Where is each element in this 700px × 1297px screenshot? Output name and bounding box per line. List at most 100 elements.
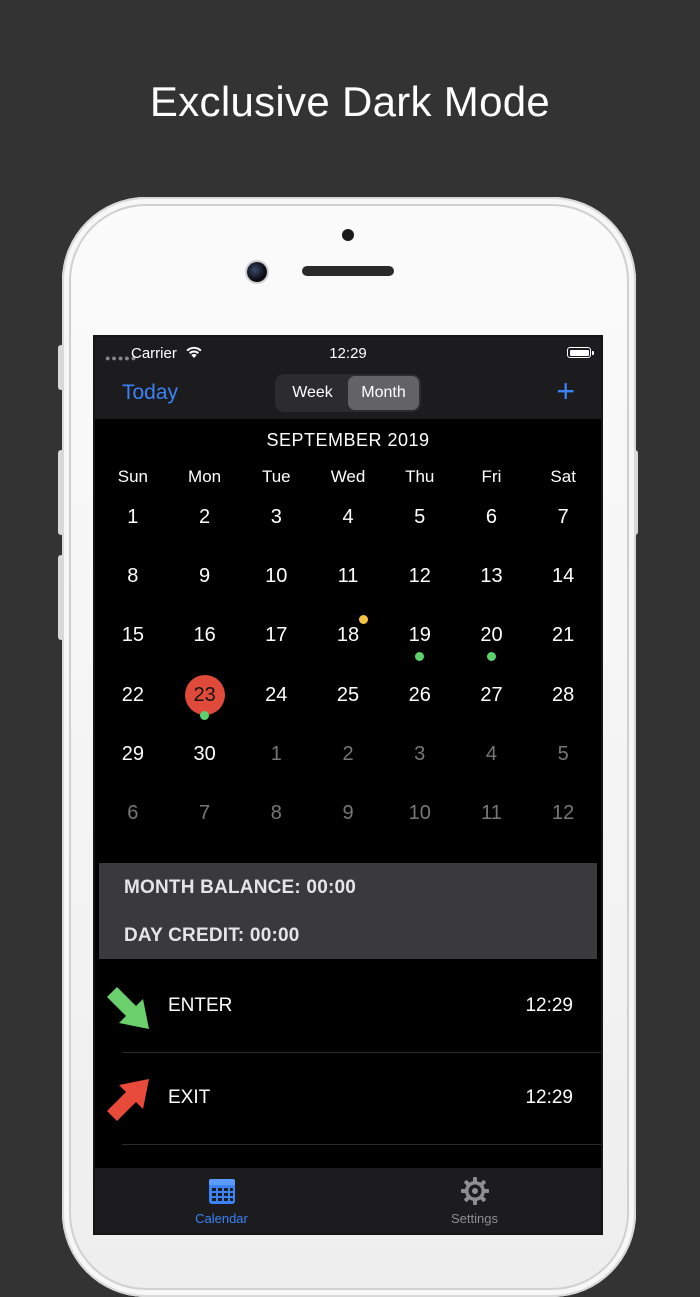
enter-label: ENTER — [168, 995, 233, 1016]
calendar-day[interactable]: 2 — [169, 488, 241, 547]
calendar-day[interactable]: 16 — [169, 606, 241, 665]
month-balance: MONTH BALANCE: 00:00 — [124, 877, 357, 898]
calendar-day-outside-month[interactable]: 12 — [527, 784, 599, 843]
add-button[interactable]: + — [556, 375, 575, 407]
day-number: 10 — [408, 802, 431, 825]
calendar-day[interactable]: 12 — [384, 547, 456, 606]
exit-row[interactable]: EXIT 12:29 — [95, 1053, 601, 1145]
calendar-day[interactable]: 9 — [169, 547, 241, 606]
weekday-label: Sun — [117, 467, 148, 486]
day-number: 27 — [480, 683, 503, 706]
day-number: 10 — [265, 565, 288, 588]
weekday-header: Sun Mon Tue Wed Thu Fri Sat — [97, 467, 599, 487]
day-number: 5 — [414, 506, 426, 529]
calendar-day[interactable]: 1 — [97, 488, 169, 547]
calendar-day[interactable]: 5 — [384, 488, 456, 547]
calendar-day-outside-month[interactable]: 11 — [456, 784, 528, 843]
calendar-day[interactable]: 27 — [456, 666, 528, 725]
calendar-day[interactable]: 18 — [312, 606, 384, 665]
day-number: 11 — [337, 565, 359, 588]
day-number: 19 — [408, 624, 431, 647]
day-number: 4 — [485, 742, 498, 765]
day-number: 6 — [127, 802, 139, 825]
calendar-day[interactable]: 14 — [527, 547, 599, 606]
calendar-day[interactable]: 21 — [527, 606, 599, 665]
calendar-day[interactable]: 13 — [456, 547, 528, 606]
calendar-week-row: 22 23 24 25 26 27 28 — [97, 666, 599, 725]
day-number: 28 — [552, 683, 575, 706]
calendar-day[interactable]: 20 — [456, 606, 528, 665]
calendar-day[interactable]: 22 — [97, 666, 169, 725]
tab-calendar[interactable]: Calendar — [95, 1168, 348, 1233]
tab-settings-label: Settings — [451, 1211, 498, 1226]
day-number: 15 — [121, 624, 144, 647]
calendar-day[interactable]: 19 — [384, 606, 456, 665]
calendar-day[interactable]: 15 — [97, 606, 169, 665]
day-number: 12 — [552, 802, 575, 825]
day-credit: DAY CREDIT: 00:00 — [124, 925, 300, 946]
calendar-day-outside-month[interactable]: 1 — [240, 725, 312, 784]
calendar-day[interactable]: 29 — [97, 725, 169, 784]
row-divider — [122, 1144, 601, 1145]
calendar-day[interactable]: 7 — [527, 488, 599, 547]
day-number: 8 — [270, 802, 282, 825]
weekday-label: Wed — [330, 467, 366, 486]
calendar-day[interactable]: 25 — [312, 666, 384, 725]
calendar-day-outside-month[interactable]: 2 — [312, 725, 384, 784]
calendar-day[interactable]: 10 — [240, 547, 312, 606]
weekday-label: Fri — [481, 467, 502, 486]
app-screen: ●●●●● Carrier 12:29 Today Week Month + S… — [93, 335, 603, 1235]
day-number: 25 — [336, 683, 360, 706]
segment-week[interactable]: Week — [277, 376, 348, 410]
calendar-day[interactable]: 4 — [312, 488, 384, 547]
day-number: 4 — [342, 506, 354, 529]
calendar-day[interactable]: 17 — [240, 606, 312, 665]
calendar-day[interactable]: 3 — [240, 488, 312, 547]
exit-label: EXIT — [168, 1087, 211, 1108]
tab-bar: Calendar Settings — [95, 1168, 601, 1233]
calendar-day-outside-month[interactable]: 10 — [384, 784, 456, 843]
nav-bar: Today Week Month + — [95, 371, 601, 419]
tab-settings[interactable]: Settings — [348, 1168, 601, 1233]
calendar-day[interactable]: 23 — [169, 666, 241, 725]
status-bar: ●●●●● Carrier 12:29 — [95, 337, 601, 371]
proximity-sensor — [342, 229, 354, 241]
calendar-day[interactable]: 6 — [456, 488, 528, 547]
green-event-dot — [486, 651, 496, 661]
today-button[interactable]: Today — [122, 381, 178, 405]
calendar-day-outside-month[interactable]: 7 — [169, 784, 241, 843]
day-number: 24 — [265, 683, 288, 706]
calendar-day-outside-month[interactable]: 8 — [240, 784, 312, 843]
day-number: 7 — [199, 802, 211, 825]
headline: Exclusive Dark Mode — [149, 78, 551, 125]
red-up-right-arrow-icon — [107, 1079, 149, 1121]
calendar-day[interactable]: 24 — [240, 666, 312, 725]
day-number: 3 — [414, 742, 426, 765]
calendar-day[interactable]: 8 — [97, 547, 169, 606]
day-number: 8 — [127, 565, 139, 588]
calendar-week-row: 8 9 10 11 12 13 14 — [97, 547, 599, 606]
segment-month[interactable]: Month — [348, 376, 419, 410]
day-number: 20 — [480, 624, 503, 647]
calendar-week-row: 1 2 3 4 5 6 7 — [97, 488, 599, 547]
day-number: 21 — [552, 624, 575, 647]
calendar-day[interactable]: 30 — [169, 725, 241, 784]
calendar-day-outside-month[interactable]: 3 — [384, 725, 456, 784]
calendar-day-outside-month[interactable]: 9 — [312, 784, 384, 843]
day-number: 6 — [485, 506, 498, 529]
calendar-day[interactable]: 28 — [527, 666, 599, 725]
day-number: 2 — [199, 506, 211, 529]
month-title: SEPTEMBER 2019 — [266, 430, 430, 450]
yellow-event-dot — [359, 615, 369, 625]
day-number: 23 — [193, 683, 216, 706]
day-number: 5 — [557, 742, 569, 765]
enter-row[interactable]: ENTER 12:29 — [95, 961, 601, 1053]
calendar-day-outside-month[interactable]: 6 — [97, 784, 169, 843]
calendar-day[interactable]: 26 — [384, 666, 456, 725]
enter-time: 12:29 — [525, 995, 573, 1016]
calendar-icon — [208, 1179, 235, 1204]
front-camera — [247, 262, 267, 282]
calendar-day[interactable]: 11 — [312, 547, 384, 606]
calendar-day-outside-month[interactable]: 5 — [527, 725, 599, 784]
calendar-day-outside-month[interactable]: 4 — [456, 725, 528, 784]
